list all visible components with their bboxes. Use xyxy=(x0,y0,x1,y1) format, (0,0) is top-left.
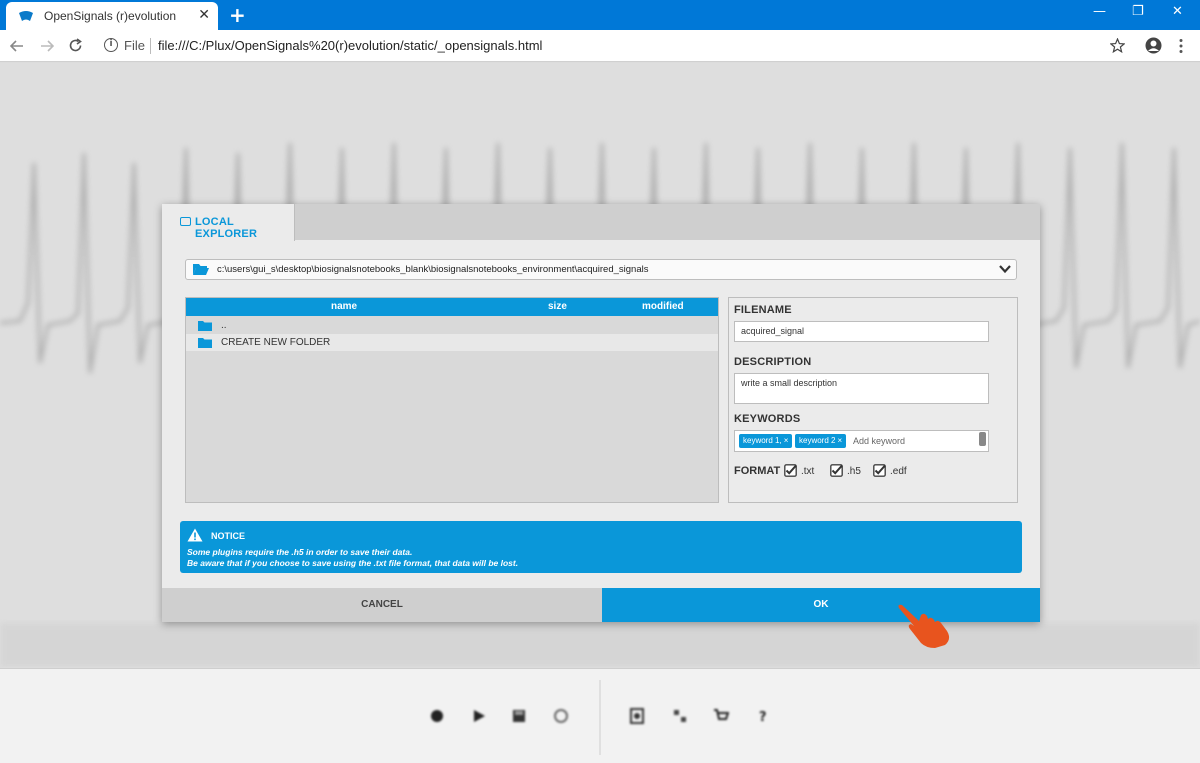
cancel-button[interactable]: CANCEL xyxy=(162,588,602,622)
filename-input[interactable]: acquired_signal xyxy=(734,321,989,342)
device-icon[interactable] xyxy=(629,708,645,724)
tab-local-explorer[interactable]: LOCAL EXPLORER xyxy=(162,204,295,241)
file-list-header: name size modified xyxy=(186,298,718,316)
address-bar: i File file:///C:/Plux/OpenSignals%20(r)… xyxy=(0,30,1200,62)
path-text: c:\users\gui_s\desktop\biosignalsnoteboo… xyxy=(217,264,649,275)
browser-tabbar: OpenSignals (r)evolution ✕ + — ❐ ✕ xyxy=(0,0,1200,30)
keywords-label: KEYWORDS xyxy=(734,413,801,425)
list-item-parent-folder[interactable]: .. xyxy=(186,317,718,334)
tab-title: OpenSignals (r)evolution xyxy=(44,9,177,23)
description-input[interactable]: write a small description xyxy=(734,373,989,404)
tab-close-icon[interactable]: ✕ xyxy=(198,7,210,23)
notice-banner: NOTICE Some plugins require the .h5 in o… xyxy=(180,521,1022,573)
column-modified-header[interactable]: modified xyxy=(642,301,684,312)
url-field[interactable]: file:///C:/Plux/OpenSignals%20(r)evoluti… xyxy=(158,38,542,53)
plugins-icon[interactable] xyxy=(672,708,688,724)
folder-icon xyxy=(198,338,212,348)
tab-local-explorer-label: LOCAL EXPLORER xyxy=(195,216,258,240)
save-icon[interactable] xyxy=(511,708,527,724)
format-txt-label: .txt xyxy=(801,466,815,477)
format-edf-label: .edf xyxy=(890,466,907,477)
keyword-tag[interactable]: keyword 2 × xyxy=(795,434,847,448)
keywords-input[interactable]: keyword 1, × keyword 2 × Add keyword xyxy=(734,430,989,452)
path-dropdown[interactable]: c:\users\gui_s\desktop\biosignalsnoteboo… xyxy=(185,259,1017,280)
keyword-tag-label: keyword 1, xyxy=(743,436,782,445)
checkbox-edf-icon[interactable] xyxy=(873,464,886,477)
svg-text:?: ? xyxy=(759,710,767,724)
forward-arrow-icon[interactable] xyxy=(40,39,54,53)
hard-drive-icon xyxy=(180,217,191,226)
filename-label: FILENAME xyxy=(734,304,792,316)
keyword-tag-label: keyword 2 xyxy=(799,436,836,445)
ok-button[interactable]: OK xyxy=(602,588,1040,622)
record-icon[interactable] xyxy=(429,708,445,724)
column-size-header[interactable]: size xyxy=(548,301,567,312)
address-separator xyxy=(150,38,151,54)
keyword-tag[interactable]: keyword 1, × xyxy=(739,434,793,448)
file-scheme-label: File xyxy=(124,38,145,53)
back-arrow-icon[interactable] xyxy=(10,39,24,53)
restore-icon[interactable]: ❐ xyxy=(1132,4,1144,19)
chevron-down-icon[interactable] xyxy=(998,262,1012,276)
new-tab-button[interactable]: + xyxy=(229,3,246,27)
checkbox-h5-icon[interactable] xyxy=(830,464,843,477)
minimize-icon[interactable]: — xyxy=(1093,4,1106,19)
browser-tab[interactable]: OpenSignals (r)evolution ✕ xyxy=(6,2,218,30)
format-h5-label: .h5 xyxy=(847,466,861,477)
help-icon[interactable]: ? xyxy=(755,708,771,724)
warning-icon xyxy=(187,528,203,542)
file-metadata-panel: FILENAME acquired_signal DESCRIPTION wri… xyxy=(728,297,1018,503)
notice-line-2: Be aware that if you choose to save usin… xyxy=(187,558,519,568)
list-item-label: CREATE NEW FOLDER xyxy=(221,337,331,348)
list-item-label: .. xyxy=(221,320,227,331)
notice-title: NOTICE xyxy=(211,531,246,541)
profile-icon[interactable] xyxy=(1145,37,1162,54)
star-icon[interactable] xyxy=(1110,38,1125,53)
list-item-create-folder[interactable]: CREATE NEW FOLDER xyxy=(186,334,718,351)
app-favicon-icon xyxy=(19,11,33,21)
save-dialog: LOCAL EXPLORER c:\users\gui_s\desktop\bi… xyxy=(162,204,1040,622)
reload-icon[interactable] xyxy=(68,38,83,53)
folder-icon xyxy=(198,321,212,331)
file-list[interactable]: name size modified .. CREATE NEW FOLDER xyxy=(185,297,719,503)
tag-remove-icon[interactable]: × xyxy=(784,436,789,445)
keyword-placeholder: Add keyword xyxy=(853,436,906,446)
info-icon[interactable]: i xyxy=(104,38,118,52)
hand-pointer-icon xyxy=(898,604,950,648)
play-icon[interactable] xyxy=(471,708,487,724)
checkbox-txt-icon[interactable] xyxy=(784,464,797,477)
menu-dots-icon[interactable] xyxy=(1178,38,1184,54)
cart-icon[interactable] xyxy=(713,708,729,724)
window-close-icon[interactable]: ✕ xyxy=(1172,4,1183,19)
folder-open-icon xyxy=(193,264,209,275)
format-label: FORMAT xyxy=(734,465,781,477)
keywords-scrollbar[interactable] xyxy=(979,432,986,446)
notice-line-1: Some plugins require the .h5 in order to… xyxy=(187,547,413,557)
column-name-header[interactable]: name xyxy=(331,301,357,312)
tag-remove-icon[interactable]: × xyxy=(837,436,842,445)
toolbar-divider xyxy=(599,680,601,755)
settings-icon[interactable] xyxy=(553,708,569,724)
description-label: DESCRIPTION xyxy=(734,356,812,368)
